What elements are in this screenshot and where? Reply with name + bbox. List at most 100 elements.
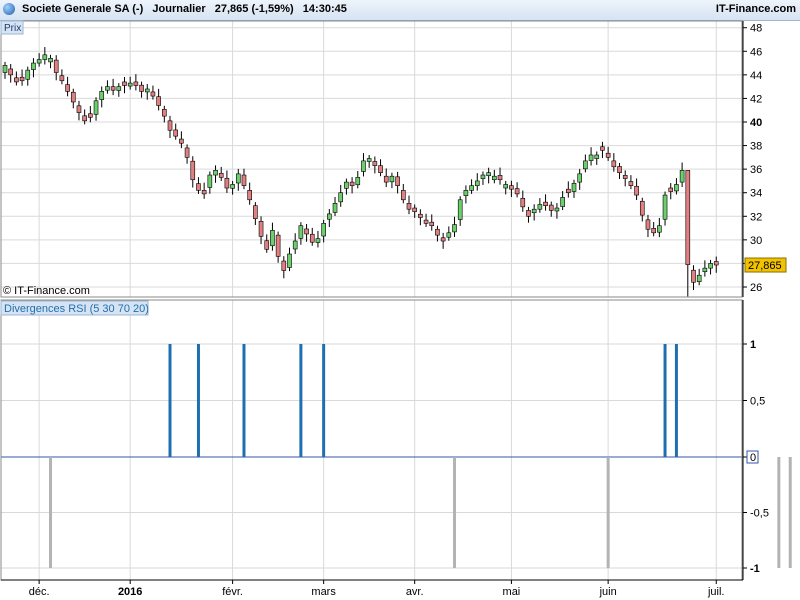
candle-down [622, 175, 628, 179]
candle-down [634, 185, 639, 196]
candle-down [423, 219, 429, 224]
watermark: © IT-Finance.com [3, 285, 90, 297]
candle-up [361, 160, 366, 172]
candle-down [14, 77, 19, 83]
candle-up [662, 194, 668, 220]
candle-down [258, 220, 264, 237]
candle-down [349, 181, 355, 186]
y-tick-label: 1 [750, 339, 756, 351]
candle-up [207, 174, 213, 188]
candle-down [605, 152, 611, 158]
candle-up [474, 180, 480, 186]
candle-down [651, 228, 656, 234]
y-tick-label: 36 [750, 164, 762, 176]
candle-up [696, 274, 702, 282]
candle-up [42, 54, 48, 60]
y-tick-label: 34 [750, 188, 762, 200]
candle-down [400, 190, 406, 201]
candle-up [315, 238, 321, 243]
candle-up [298, 225, 304, 239]
y-tick-label: 48 [750, 23, 762, 35]
candle-up [48, 58, 53, 63]
candle-down [156, 96, 161, 106]
candle-down [639, 200, 645, 216]
bullish-divergence-bar [322, 344, 326, 457]
candle-up [531, 208, 537, 214]
y-tick-label: 44 [750, 70, 762, 82]
candle-down [509, 185, 514, 190]
candle-up [270, 230, 275, 247]
candle-down [59, 75, 65, 82]
bearish-divergence-bar [788, 457, 792, 568]
y-tick-label: 46 [750, 46, 762, 58]
candle-up [321, 223, 326, 237]
candle-up [708, 263, 713, 269]
candle-down [184, 147, 190, 158]
candle-down [88, 113, 93, 118]
candle-down [412, 207, 417, 212]
candle-down [133, 81, 139, 86]
candle-down [395, 176, 400, 186]
bullish-divergence-bar [663, 344, 667, 457]
candle-up [31, 62, 36, 70]
candle-down [685, 170, 691, 265]
candle-up [389, 175, 395, 183]
candle-up [332, 203, 338, 213]
candle-down [218, 172, 224, 178]
candle-down [150, 91, 156, 97]
candle-down [201, 190, 207, 195]
x-tick-label: févr. [222, 586, 243, 598]
candle-down [281, 260, 287, 271]
candle-down [611, 160, 617, 168]
indicator-panel-label: Divergences RSI (5 30 70 20) [4, 303, 149, 315]
candle-up [588, 154, 594, 161]
bearish-divergence-bar [49, 457, 53, 568]
candle-down [196, 183, 201, 191]
x-tick-label: déc. [29, 586, 50, 598]
y-tick-label: 0,5 [750, 396, 765, 408]
candle-down [19, 76, 25, 82]
candle-down [167, 120, 173, 131]
candle-down [713, 261, 719, 266]
candle-up [469, 185, 474, 191]
candle-up [571, 182, 577, 192]
y-tick-label: -1 [750, 563, 760, 575]
candle-down [173, 129, 178, 137]
candle-up [36, 59, 42, 64]
candle-up [2, 65, 8, 73]
candle-up [452, 224, 457, 233]
candle-down [628, 181, 634, 186]
candle-up [480, 174, 486, 179]
candle-up [338, 192, 344, 203]
candle-down [70, 91, 76, 103]
candles [2, 47, 719, 297]
y-tick-label: -0,5 [750, 508, 769, 520]
candle-down [162, 109, 167, 117]
candle-down [247, 190, 252, 201]
candle-up [99, 91, 105, 100]
candle-down [645, 219, 651, 230]
candle-down [566, 188, 571, 194]
candle-up [144, 88, 150, 93]
candle-up [235, 173, 241, 184]
bearish-divergence-bar [606, 457, 610, 568]
candle-down [110, 86, 116, 91]
x-tick-label: 2016 [118, 586, 142, 598]
candle-down [179, 138, 184, 144]
candle-down [190, 160, 196, 181]
candle-down [526, 210, 531, 217]
candle-down [429, 221, 435, 227]
candle-down [122, 81, 127, 86]
y-tick-label: 40 [750, 117, 762, 129]
bullish-divergence-bar [242, 344, 246, 457]
bearish-divergence-bar [777, 457, 781, 568]
candle-up [679, 170, 685, 183]
bullish-divergence-bar [196, 344, 200, 457]
candle-down [224, 177, 230, 189]
candle-up [583, 160, 588, 170]
candle-up [230, 184, 235, 189]
candle-up [674, 184, 679, 192]
candle-down [275, 234, 281, 257]
candle-up [577, 173, 582, 183]
candle-up [554, 207, 560, 212]
